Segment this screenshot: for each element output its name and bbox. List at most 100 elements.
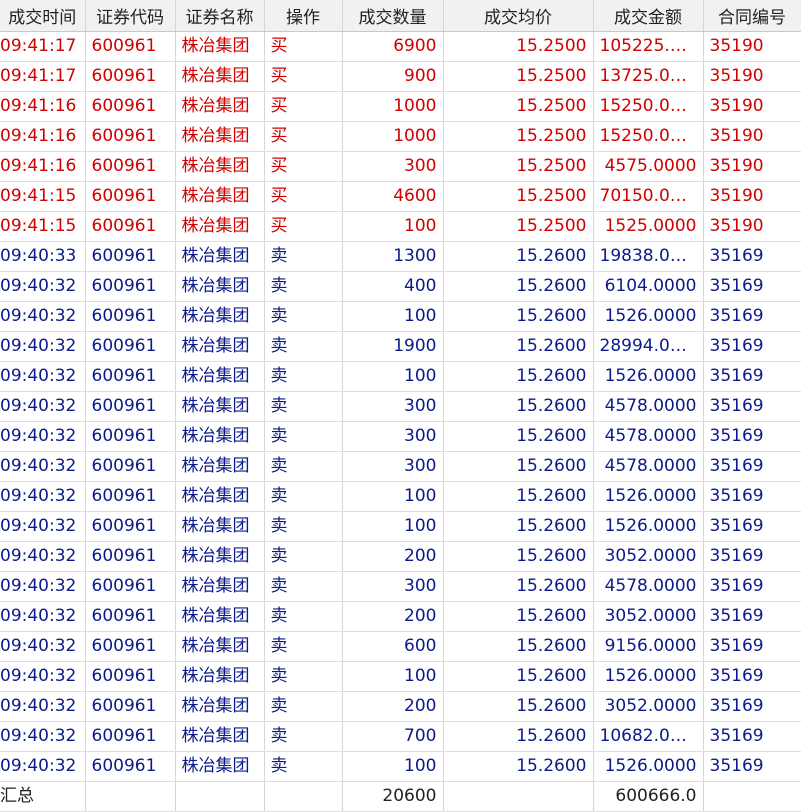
trade-time-cell: 09:40:33: [0, 241, 86, 272]
avg-price-cell: 15.2600: [443, 331, 594, 362]
security-name-cell: 株冶集团: [175, 271, 265, 302]
table-row[interactable]: 09:40:32 600961 株冶集团卖 300 15.2600 4578.0000 35…: [0, 421, 801, 452]
trade-time-cell: 09:40:32: [0, 451, 86, 482]
security-code-cell: 600961: [85, 631, 176, 662]
security-name-cell: 株冶集团: [175, 181, 265, 212]
column-header-security-name[interactable]: 证券名称: [175, 0, 265, 32]
security-code-cell: 600961: [85, 481, 176, 512]
contract-no-cell: 35169: [703, 361, 801, 392]
quantity-cell: 200: [342, 691, 444, 722]
summary-empty-cell: [443, 781, 594, 812]
table-row[interactable]: 09:40:32 600961 株冶集团卖 100 15.2600 1526.0000 35…: [0, 361, 801, 392]
amount-cell: 19838.000...: [593, 241, 704, 272]
table-row[interactable]: 09:40:32 600961 株冶集团卖 400 15.2600 6104.0000 35…: [0, 271, 801, 302]
security-name-cell: 株冶集团: [175, 481, 265, 512]
table-row[interactable]: 09:41:17 600961 株冶集团买 6900 15.2500 105225.0..…: [0, 31, 801, 62]
operation-cell: 买: [264, 151, 343, 182]
amount-cell: 1526.0000: [593, 751, 704, 782]
table-row[interactable]: 09:40:32 600961 株冶集团卖 200 15.2600 3052.0000 35…: [0, 691, 801, 722]
security-name-cell: 株冶集团: [175, 421, 265, 452]
table-row[interactable]: 09:41:17 600961 株冶集团买 900 15.2500 13725.000..…: [0, 61, 801, 92]
trade-time-cell: 09:40:32: [0, 661, 86, 692]
security-code-cell: 600961: [85, 721, 176, 752]
table-row[interactable]: 09:40:32 600961 株冶集团卖 300 15.2600 4578.0000 35…: [0, 451, 801, 482]
quantity-cell: 1300: [342, 241, 444, 272]
security-name-cell: 株冶集团: [175, 661, 265, 692]
summary-amount: 600666.0: [593, 781, 704, 812]
security-name-cell: 株冶集团: [175, 241, 265, 272]
contract-no-cell: 35169: [703, 721, 801, 752]
security-name-cell: 株冶集团: [175, 31, 265, 62]
quantity-cell: 1900: [342, 331, 444, 362]
table-row[interactable]: 09:40:32 600961 株冶集团卖 700 15.2600 10682.000..…: [0, 721, 801, 752]
table-row[interactable]: 09:40:32 600961 株冶集团卖 1900 15.2600 28994.000.…: [0, 331, 801, 362]
table-row[interactable]: 09:41:16 600961 株冶集团买 300 15.2500 4575.0000 35…: [0, 151, 801, 182]
avg-price-cell: 15.2500: [443, 61, 594, 92]
avg-price-cell: 15.2600: [443, 571, 594, 602]
table-row[interactable]: 09:41:16 600961 株冶集团买 1000 15.2500 15250.000.…: [0, 121, 801, 152]
security-code-cell: 600961: [85, 181, 176, 212]
table-row[interactable]: 09:41:15 600961 株冶集团买 100 15.2500 1525.0000 35…: [0, 211, 801, 242]
security-name-cell: 株冶集团: [175, 361, 265, 392]
operation-cell: 卖: [264, 421, 343, 452]
column-header-contract-no[interactable]: 合同编号: [703, 0, 801, 32]
security-name-cell: 株冶集团: [175, 451, 265, 482]
contract-no-cell: 35169: [703, 631, 801, 662]
column-header-avg-price[interactable]: 成交均价: [443, 0, 594, 32]
security-name-cell: 株冶集团: [175, 121, 265, 152]
security-name-cell: 株冶集团: [175, 571, 265, 602]
contract-no-cell: 35190: [703, 61, 801, 92]
table-row[interactable]: 09:40:32 600961 株冶集团卖 600 15.2600 9156.0000 35…: [0, 631, 801, 662]
avg-price-cell: 15.2600: [443, 691, 594, 722]
quantity-cell: 200: [342, 601, 444, 632]
trade-time-cell: 09:41:16: [0, 91, 86, 122]
table-row[interactable]: 09:41:15 600961 株冶集团买 4600 15.2500 70150.000.…: [0, 181, 801, 212]
security-name-cell: 株冶集团: [175, 631, 265, 662]
contract-no-cell: 35169: [703, 421, 801, 452]
table-row[interactable]: 09:41:16 600961 株冶集团买 1000 15.2500 15250.000.…: [0, 91, 801, 122]
contract-no-cell: 35169: [703, 541, 801, 572]
quantity-cell: 100: [342, 751, 444, 782]
contract-no-cell: 35169: [703, 301, 801, 332]
security-code-cell: 600961: [85, 691, 176, 722]
security-name-cell: 株冶集团: [175, 511, 265, 542]
amount-cell: 15250.000...: [593, 91, 704, 122]
quantity-cell: 100: [342, 511, 444, 542]
column-header-security-code[interactable]: 证券代码: [85, 0, 176, 32]
quantity-cell: 100: [342, 211, 444, 242]
security-code-cell: 600961: [85, 541, 176, 572]
trade-time-cell: 09:40:32: [0, 751, 86, 782]
column-header-operation[interactable]: 操作: [264, 0, 343, 32]
quantity-cell: 1000: [342, 121, 444, 152]
table-row[interactable]: 09:40:32 600961 株冶集团卖 200 15.2600 3052.0000 35…: [0, 541, 801, 572]
security-code-cell: 600961: [85, 361, 176, 392]
table-row[interactable]: 09:40:32 600961 株冶集团卖 100 15.2600 1526.0000 35…: [0, 661, 801, 692]
column-header-trade-time[interactable]: 成交时间: [0, 0, 86, 32]
security-code-cell: 600961: [85, 241, 176, 272]
security-code-cell: 600961: [85, 31, 176, 62]
amount-cell: 3052.0000: [593, 691, 704, 722]
quantity-cell: 900: [342, 61, 444, 92]
table-row[interactable]: 09:40:32 600961 株冶集团卖 100 15.2600 1526.0000 35…: [0, 481, 801, 512]
security-name-cell: 株冶集团: [175, 301, 265, 332]
table-row[interactable]: 09:40:32 600961 株冶集团卖 100 15.2600 1526.0000 35…: [0, 511, 801, 542]
avg-price-cell: 15.2600: [443, 601, 594, 632]
security-name-cell: 株冶集团: [175, 541, 265, 572]
quantity-cell: 600: [342, 631, 444, 662]
quantity-cell: 6900: [342, 31, 444, 62]
quantity-cell: 200: [342, 541, 444, 572]
table-row[interactable]: 09:40:32 600961 株冶集团卖 300 15.2600 4578.0000 35…: [0, 571, 801, 602]
contract-no-cell: 35169: [703, 601, 801, 632]
contract-no-cell: 35169: [703, 691, 801, 722]
table-row[interactable]: 09:40:32 600961 株冶集团卖 200 15.2600 3052.0000 35…: [0, 601, 801, 632]
table-row[interactable]: 09:40:32 600961 株冶集团卖 100 15.2600 1526.0000 35…: [0, 301, 801, 332]
operation-cell: 卖: [264, 481, 343, 512]
table-row[interactable]: 09:40:32 600961 株冶集团卖 300 15.2600 4578.0000 35…: [0, 391, 801, 422]
column-header-amount[interactable]: 成交金额: [593, 0, 704, 32]
column-header-quantity[interactable]: 成交数量: [342, 0, 444, 32]
quantity-cell: 100: [342, 301, 444, 332]
table-row[interactable]: 09:40:33 600961 株冶集团卖 1300 15.2600 19838.000.…: [0, 241, 801, 272]
summary-empty-cell: [703, 781, 801, 812]
table-row[interactable]: 09:40:32 600961 株冶集团卖 100 15.2600 1526.0000 35…: [0, 751, 801, 782]
quantity-cell: 4600: [342, 181, 444, 212]
